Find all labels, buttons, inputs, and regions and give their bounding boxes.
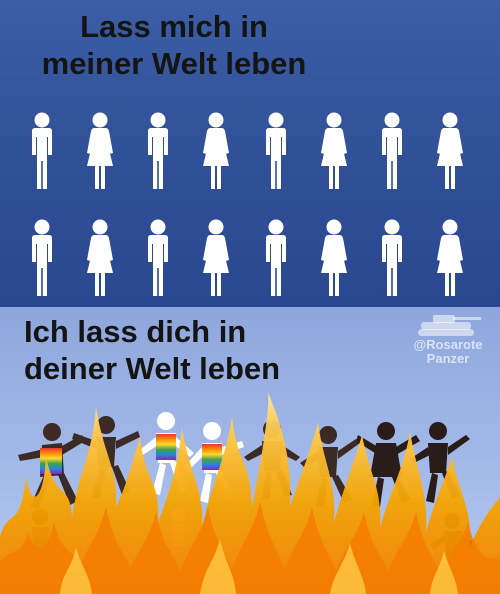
woman-icon — [437, 219, 463, 296]
man-icon — [32, 219, 52, 296]
man-icon — [382, 219, 402, 296]
woman-icon — [321, 219, 347, 296]
woman-icon — [203, 219, 229, 296]
top-caption-line2: meiner Welt leben — [41, 46, 307, 81]
man-icon — [148, 112, 168, 189]
top-panel: Lass mich in meiner Welt leben — [0, 0, 500, 307]
woman-icon — [203, 112, 229, 189]
top-caption: Lass mich in meiner Welt leben — [0, 8, 348, 82]
man-icon — [382, 112, 402, 189]
woman-icon — [87, 219, 113, 296]
meme-image: Lass mich in meiner Welt leben Ich lass … — [0, 0, 500, 594]
watermark-handle: @Rosarote — [413, 337, 483, 352]
watermark-word: Panzer — [426, 351, 470, 366]
woman-icon — [87, 112, 113, 189]
woman-icon — [437, 112, 463, 189]
top-caption-line1: Lass mich in — [80, 9, 268, 44]
people-row-2 — [0, 218, 500, 298]
people-row-1 — [0, 111, 500, 191]
watermark: @Rosarote Panzer — [408, 312, 488, 366]
tank-icon — [418, 315, 481, 336]
man-icon — [148, 219, 168, 296]
bottom-caption-line1: Ich lass dich in — [24, 314, 247, 349]
man-icon — [32, 112, 52, 189]
woman-icon — [321, 112, 347, 189]
man-icon — [266, 112, 286, 189]
man-icon — [266, 219, 286, 296]
bottom-caption-line2: deiner Welt leben — [24, 351, 281, 386]
bottom-caption: Ich lass dich in deiner Welt leben — [24, 313, 324, 387]
